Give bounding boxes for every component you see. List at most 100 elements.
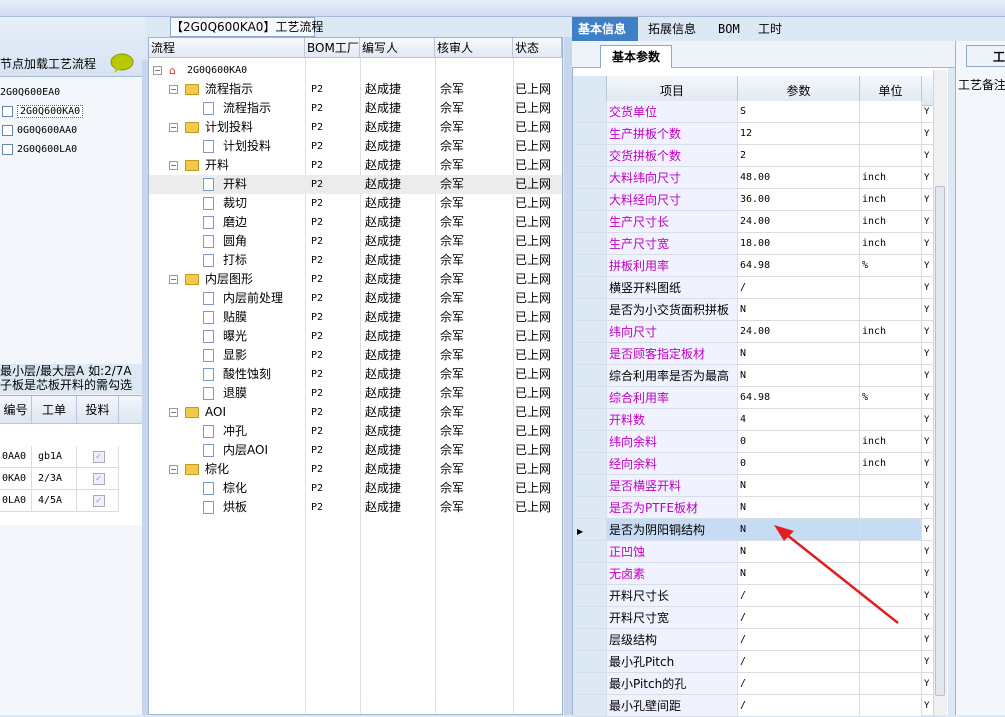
tree-row[interactable]: 磨边 P2 赵成捷 佘军 已上网 [149,213,562,232]
param-value[interactable]: 64.98 [738,255,860,277]
grid-cell-code[interactable]: 0AA0 [0,446,32,468]
tree-row[interactable]: 裁切 P2 赵成捷 佘军 已上网 [149,194,562,213]
param-value[interactable]: 0 [738,431,860,453]
param-value[interactable]: 18.00 [738,233,860,255]
param-value[interactable]: N [738,299,860,321]
tree-row[interactable]: 内层前处理 P2 赵成捷 佘军 已上网 [149,289,562,308]
col-header-order[interactable]: 工单 [32,396,77,424]
param-row[interactable]: 大料经向尺寸 36.00 inch Y [573,189,938,211]
tree-item-2[interactable]: 2G0Q600LA0 [2,140,77,159]
tree-row[interactable]: − 开料 P2 赵成捷 佘军 已上网 [149,156,562,175]
param-row[interactable]: 最小孔Pitch / Y [573,651,938,673]
param-value[interactable]: N [738,343,860,365]
param-value[interactable]: 36.00 [738,189,860,211]
tree-row[interactable]: 贴膜 P2 赵成捷 佘军 已上网 [149,308,562,327]
tree-row[interactable]: − 流程指示 P2 赵成捷 佘军 已上网 [149,80,562,99]
tree-row[interactable]: 退膜 P2 赵成捷 佘军 已上网 [149,384,562,403]
tree-row[interactable]: − AOI P2 赵成捷 佘军 已上网 [149,403,562,422]
left-splitter[interactable] [142,60,148,715]
param-value[interactable]: 24.00 [738,211,860,233]
row-indicator[interactable] [573,321,607,343]
param-row[interactable]: 纬向余料 0 inch Y [573,431,938,453]
param-value[interactable]: 0 [738,453,860,475]
tree-row[interactable]: 开料 P2 赵成捷 佘军 已上网 [149,175,562,194]
param-value[interactable]: 64.98 [738,387,860,409]
checkbox[interactable] [2,124,13,136]
col-header-reviewer[interactable]: 核审人 [435,38,513,58]
param-value[interactable]: N [738,365,860,387]
row-indicator[interactable] [573,387,607,409]
param-row[interactable]: 综合利用率是否为最高 N Y [573,365,938,387]
row-indicator[interactable] [573,541,607,563]
row-indicator[interactable] [573,453,607,475]
row-indicator[interactable] [573,409,607,431]
row-indicator[interactable] [573,651,607,673]
row-indicator[interactable]: ▶ [573,519,607,541]
col-header-code[interactable]: 编号 [0,396,32,424]
grid-cell-order[interactable]: 2/3A [32,468,77,490]
collapse-icon[interactable]: − [169,465,178,474]
collapse-icon[interactable]: − [169,275,178,284]
param-value[interactable]: / [738,651,860,673]
tree-root-row[interactable]: − ⌂ 2G0Q600KA0 [149,61,562,80]
grid-cell-code[interactable]: 0LA0 [0,490,32,512]
param-row[interactable]: 拼板利用率 64.98% Y [573,255,938,277]
tree-root-item[interactable]: 2G0Q600EA0 [0,83,60,102]
reload-process-button[interactable]: 节点加载工艺流程 [0,55,96,72]
grid-cell-order[interactable]: gb1A [32,446,77,468]
row-indicator[interactable] [573,475,607,497]
tab-extended-info[interactable]: 拓展信息 [642,17,702,41]
collapse-icon[interactable]: − [169,85,178,94]
param-row[interactable]: 交货拼板个数 2 Y [573,145,938,167]
row-indicator[interactable] [573,211,607,233]
grid-cell-feed[interactable]: ✓ [77,468,119,490]
tab-process[interactable]: 工 [966,45,1005,67]
row-indicator[interactable] [573,343,607,365]
row-indicator[interactable] [573,497,607,519]
param-value[interactable]: 48.00 [738,167,860,189]
col-header-bom-factory[interactable]: BOM工厂 [305,38,360,58]
tree-row[interactable]: 棕化 P2 赵成捷 佘军 已上网 [149,479,562,498]
grid-cell-code[interactable]: 0KA0 [0,468,32,490]
param-row[interactable]: 开料数 4 Y [573,409,938,431]
param-row[interactable]: 是否为小交货面积拼板 N Y [573,299,938,321]
tree-row[interactable]: 冲孔 P2 赵成捷 佘军 已上网 [149,422,562,441]
scrollbar-thumb[interactable] [935,186,945,696]
row-indicator[interactable] [573,607,607,629]
row-indicator[interactable] [573,629,607,651]
tree-row[interactable]: − 计划投料 P2 赵成捷 佘军 已上网 [149,118,562,137]
param-value[interactable]: / [738,673,860,695]
row-indicator[interactable] [573,695,607,717]
col-header-process[interactable]: 流程 [149,38,305,58]
param-row[interactable]: 生产拼板个数 12 Y [573,123,938,145]
tree-row[interactable]: − 棕化 P2 赵成捷 佘军 已上网 [149,460,562,479]
param-value[interactable]: / [738,695,860,717]
row-indicator[interactable] [573,233,607,255]
tree-row[interactable]: 流程指示 P2 赵成捷 佘军 已上网 [149,99,562,118]
row-indicator[interactable] [573,563,607,585]
col-header-writer[interactable]: 编写人 [360,38,435,58]
row-indicator[interactable] [573,255,607,277]
param-row[interactable]: 生产尺寸长 24.00 inch Y [573,211,938,233]
row-indicator[interactable] [573,167,607,189]
param-value[interactable]: 4 [738,409,860,431]
tree-row[interactable]: 曝光 P2 赵成捷 佘军 已上网 [149,327,562,346]
tree-row[interactable]: 圆角 P2 赵成捷 佘军 已上网 [149,232,562,251]
col-header-status[interactable]: 状态 [513,38,562,58]
middle-splitter[interactable] [564,37,572,715]
collapse-icon[interactable]: − [169,161,178,170]
param-value[interactable]: N [738,475,860,497]
param-row[interactable]: 最小Pitch的孔 / Y [573,673,938,695]
param-row[interactable]: 纬向尺寸 24.00 inch Y [573,321,938,343]
param-row[interactable]: 横竖开料图纸 / Y [573,277,938,299]
row-indicator[interactable] [573,145,607,167]
param-row[interactable]: 综合利用率 64.98% Y [573,387,938,409]
row-indicator[interactable] [573,277,607,299]
tree-item-1[interactable]: 0G0Q600AA0 [2,121,77,140]
tab-bom[interactable]: BOM [712,17,746,41]
collapse-icon[interactable]: − [153,66,162,75]
row-indicator[interactable] [573,101,607,123]
tree-row[interactable]: − 内层图形 P2 赵成捷 佘军 已上网 [149,270,562,289]
tree-row[interactable]: 计划投料 P2 赵成捷 佘军 已上网 [149,137,562,156]
param-row[interactable]: 经向余料 0 inch Y [573,453,938,475]
